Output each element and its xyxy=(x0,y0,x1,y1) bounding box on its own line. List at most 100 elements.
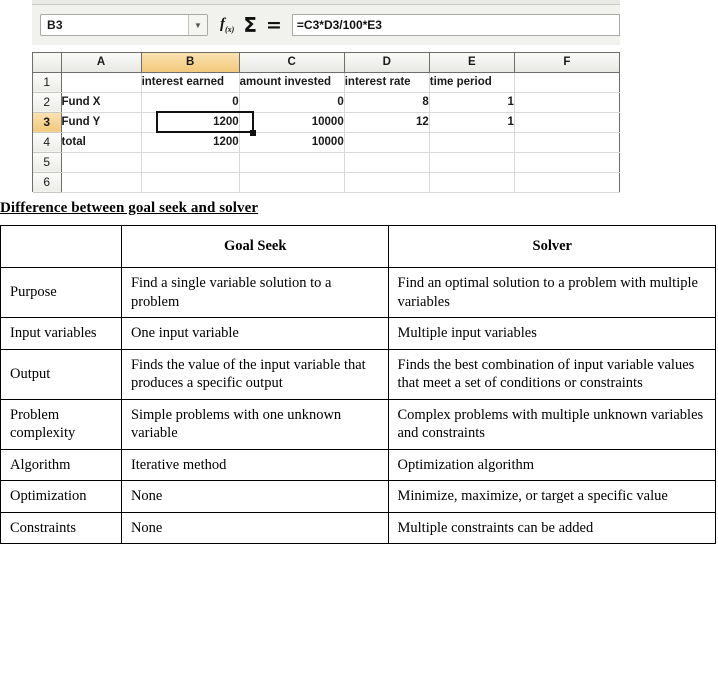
sheet-row-3: 3 Fund Y 1200 10000 12 1 xyxy=(33,112,621,133)
feature-label-algorithm: Algorithm xyxy=(0,448,122,482)
cell-a6[interactable] xyxy=(61,172,142,193)
solver-optimization: Minimize, maximize, or target a specific… xyxy=(387,480,716,513)
comparison-header-blank xyxy=(0,225,122,268)
cell-a4[interactable]: total xyxy=(61,132,142,153)
feature-label-output: Output xyxy=(0,348,122,400)
table-row: Constraints None Multiple constraints ca… xyxy=(0,511,716,545)
formula-equals-icon[interactable]: = xyxy=(266,15,282,35)
cell-b6[interactable] xyxy=(141,172,240,193)
cell-e5[interactable] xyxy=(429,152,515,173)
comparison-table-header-row: Goal Seek Solver xyxy=(0,225,716,268)
sheet-row-2: 2 Fund X 0 0 8 1 xyxy=(33,92,621,113)
table-row: Optimization None Minimize, maximize, or… xyxy=(0,480,716,513)
table-row: Algorithm Iterative method Optimization … xyxy=(0,448,716,482)
column-header-c[interactable]: C xyxy=(239,53,345,73)
column-header-f[interactable]: F xyxy=(514,53,621,73)
goal-seek-constraints: None xyxy=(120,511,389,545)
comparison-header-solver: Solver xyxy=(387,225,716,268)
column-header-e[interactable]: E xyxy=(429,53,515,73)
formula-input[interactable]: =C3*D3/100*E3 xyxy=(291,14,620,36)
cell-c2[interactable]: 0 xyxy=(239,92,345,113)
select-all-corner[interactable] xyxy=(33,53,62,73)
cell-e6[interactable] xyxy=(429,172,515,193)
goal-seek-input-variables: One input variable xyxy=(120,317,389,350)
cell-e4[interactable] xyxy=(429,132,515,153)
feature-label-optimization: Optimization xyxy=(0,480,122,513)
cell-d6[interactable] xyxy=(344,172,430,193)
goal-seek-optimization: None xyxy=(120,480,389,513)
solver-problem-complexity: Complex problems with multiple unknown v… xyxy=(387,398,716,450)
row-header-4[interactable]: 4 xyxy=(33,132,62,153)
formula-bar-icons: f(x) Σ = xyxy=(220,15,282,35)
sheet-row-6: 6 xyxy=(33,172,621,193)
cell-b3[interactable]: 1200 xyxy=(141,112,240,133)
cell-b4[interactable]: 1200 xyxy=(141,132,240,153)
cell-d4[interactable] xyxy=(344,132,430,153)
cell-c1[interactable]: amount invested xyxy=(239,72,345,93)
cell-c3[interactable]: 10000 xyxy=(239,112,345,133)
sum-icon[interactable]: Σ xyxy=(243,15,257,35)
chevron-down-icon[interactable]: ▼ xyxy=(188,15,207,35)
cell-a5[interactable] xyxy=(61,152,142,173)
cell-b1[interactable]: interest earned xyxy=(141,72,240,93)
solver-input-variables: Multiple input variables xyxy=(387,317,716,350)
cell-f1[interactable] xyxy=(514,72,621,93)
cell-f6[interactable] xyxy=(514,172,621,193)
table-row: Output Finds the value of the input vari… xyxy=(0,348,716,400)
row-header-5[interactable]: 5 xyxy=(33,152,62,173)
cell-e3[interactable]: 1 xyxy=(429,112,515,133)
cell-d5[interactable] xyxy=(344,152,430,173)
column-header-a[interactable]: A xyxy=(61,53,142,73)
name-box[interactable]: B3 ▼ xyxy=(40,14,208,36)
formula-input-value: =C3*D3/100*E3 xyxy=(296,18,382,32)
sheet-row-5: 5 xyxy=(33,152,621,173)
row-header-3[interactable]: 3 xyxy=(33,112,62,133)
cell-f4[interactable] xyxy=(514,132,621,153)
spreadsheet-application: B3 ▼ f(x) Σ = =C3*D3/100*E3 A B C D E F … xyxy=(0,0,718,196)
feature-label-problem-complexity: Problem complexity xyxy=(0,398,122,450)
cell-f2[interactable] xyxy=(514,92,621,113)
sheet-row-1: 1 interest earned amount invested intere… xyxy=(33,72,621,93)
name-box-value: B3 xyxy=(47,18,63,32)
cell-f5[interactable] xyxy=(514,152,621,173)
cell-e1[interactable]: time period xyxy=(429,72,515,93)
row-header-6[interactable]: 6 xyxy=(33,172,62,193)
cell-a1[interactable] xyxy=(61,72,142,93)
column-header-row: A B C D E F xyxy=(33,53,621,73)
cell-d1[interactable]: interest rate xyxy=(344,72,430,93)
solver-purpose: Find an optimal solution to a problem wi… xyxy=(387,266,716,319)
goal-seek-output: Finds the value of the input variable th… xyxy=(120,348,389,400)
fill-handle[interactable] xyxy=(250,130,256,136)
row-header-1[interactable]: 1 xyxy=(33,72,62,93)
cell-a3[interactable]: Fund Y xyxy=(61,112,142,133)
sheet-table: A B C D E F 1 interest earned amount inv… xyxy=(33,53,621,193)
cell-a2[interactable]: Fund X xyxy=(61,92,142,113)
column-header-b[interactable]: B xyxy=(141,53,240,73)
table-row: Purpose Find a single variable solution … xyxy=(0,266,716,319)
comparison-table: Goal Seek Solver Purpose Find a single v… xyxy=(0,225,716,545)
goal-seek-problem-complexity: Simple problems with one unknown variabl… xyxy=(120,398,389,450)
cell-e2[interactable]: 1 xyxy=(429,92,515,113)
sheet-row-4: 4 total 1200 10000 xyxy=(33,132,621,153)
function-wizard-icon[interactable]: f(x) xyxy=(220,16,234,34)
sheet-grid: A B C D E F 1 interest earned amount inv… xyxy=(32,52,621,193)
comparison-header-goal-seek: Goal Seek xyxy=(120,225,389,268)
solver-algorithm: Optimization algorithm xyxy=(387,448,716,482)
solver-output: Finds the best combination of input vari… xyxy=(387,348,716,400)
cell-b2[interactable]: 0 xyxy=(141,92,240,113)
page-title: Difference between goal seek and solver xyxy=(0,200,259,216)
cell-d2[interactable]: 8 xyxy=(344,92,430,113)
cell-d3[interactable]: 12 xyxy=(344,112,430,133)
feature-label-constraints: Constraints xyxy=(0,511,122,545)
column-header-d[interactable]: D xyxy=(344,53,430,73)
table-row: Problem complexity Simple problems with … xyxy=(0,398,716,450)
goal-seek-algorithm: Iterative method xyxy=(120,448,389,482)
feature-label-input-variables: Input variables xyxy=(0,317,122,350)
row-header-2[interactable]: 2 xyxy=(33,92,62,113)
cell-b5[interactable] xyxy=(141,152,240,173)
cell-c6[interactable] xyxy=(239,172,345,193)
feature-label-purpose: Purpose xyxy=(0,266,122,319)
formula-bar: B3 ▼ f(x) Σ = =C3*D3/100*E3 xyxy=(32,5,620,45)
cell-f3[interactable] xyxy=(514,112,621,133)
cell-c5[interactable] xyxy=(239,152,345,173)
